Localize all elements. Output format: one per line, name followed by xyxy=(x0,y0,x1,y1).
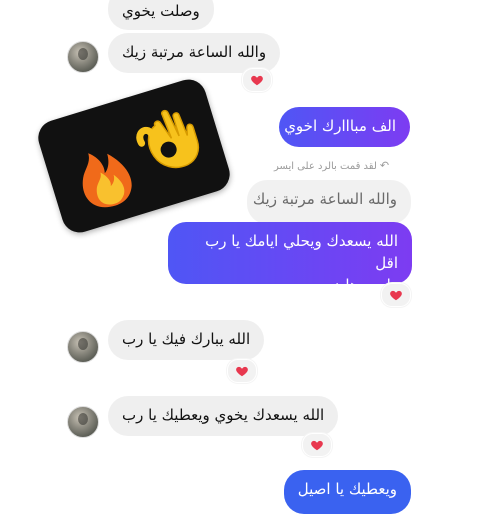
message-sent[interactable]: الف مبااارك اخوي xyxy=(279,107,410,147)
message-sent-reply[interactable]: الله يسعدك ويحلي ايامك يا رب اقل واجب ها… xyxy=(168,222,412,294)
reply-indicator: ↶لقد قمت بالرد على ايسر xyxy=(274,159,389,172)
message-text: الله يبارك فيك يا رب xyxy=(122,330,251,348)
sticker-image xyxy=(82,109,200,208)
reaction-badge[interactable] xyxy=(227,359,257,383)
heart-icon xyxy=(311,440,323,451)
reply-arrow-icon: ↶ xyxy=(379,159,390,172)
avatar[interactable] xyxy=(67,406,99,438)
message-text: الف مبااارك اخوي xyxy=(284,117,396,135)
message-sent[interactable]: ويعطيك يا اصيل xyxy=(284,470,411,514)
heart-icon xyxy=(251,75,263,86)
reaction-badge[interactable] xyxy=(242,68,272,92)
heart-icon xyxy=(390,290,402,301)
avatar[interactable] xyxy=(67,41,99,73)
chat-thread: وصلت يخوي والله الساعة مرتبة زيك الف مبا… xyxy=(0,0,500,514)
quoted-message[interactable]: والله الساعة مرتبة زيك xyxy=(247,180,411,224)
message-received[interactable]: الله يبارك فيك يا رب xyxy=(108,320,265,360)
sticker-fire-ok-hand[interactable] xyxy=(33,75,235,237)
message-text-line-2: واجب هاض xyxy=(327,276,398,294)
quoted-text: والله الساعة مرتبة زيك xyxy=(252,190,397,208)
reaction-badge[interactable] xyxy=(302,433,332,457)
message-text: وصلت يخوي xyxy=(122,2,200,20)
reaction-badge[interactable] xyxy=(381,283,411,307)
message-text: الله يسعدك يخوي ويعطيك يا رب xyxy=(122,406,325,424)
message-text-line-1: الله يسعدك ويحلي ايامك يا رب اقل xyxy=(205,232,398,272)
message-received[interactable]: الله يسعدك يخوي ويعطيك يا رب xyxy=(108,396,339,436)
fire-icon xyxy=(82,153,132,208)
message-text: ويعطيك يا اصيل xyxy=(297,480,397,498)
avatar[interactable] xyxy=(67,331,99,363)
message-received[interactable]: والله الساعة مرتبة زيك xyxy=(108,33,281,73)
message-received-top[interactable]: وصلت يخوي xyxy=(108,0,214,30)
ok-hand-icon xyxy=(136,109,200,169)
reply-note-text: لقد قمت بالرد على ايسر xyxy=(274,161,377,172)
message-text: والله الساعة مرتبة زيك xyxy=(122,43,267,61)
heart-icon xyxy=(236,366,248,377)
